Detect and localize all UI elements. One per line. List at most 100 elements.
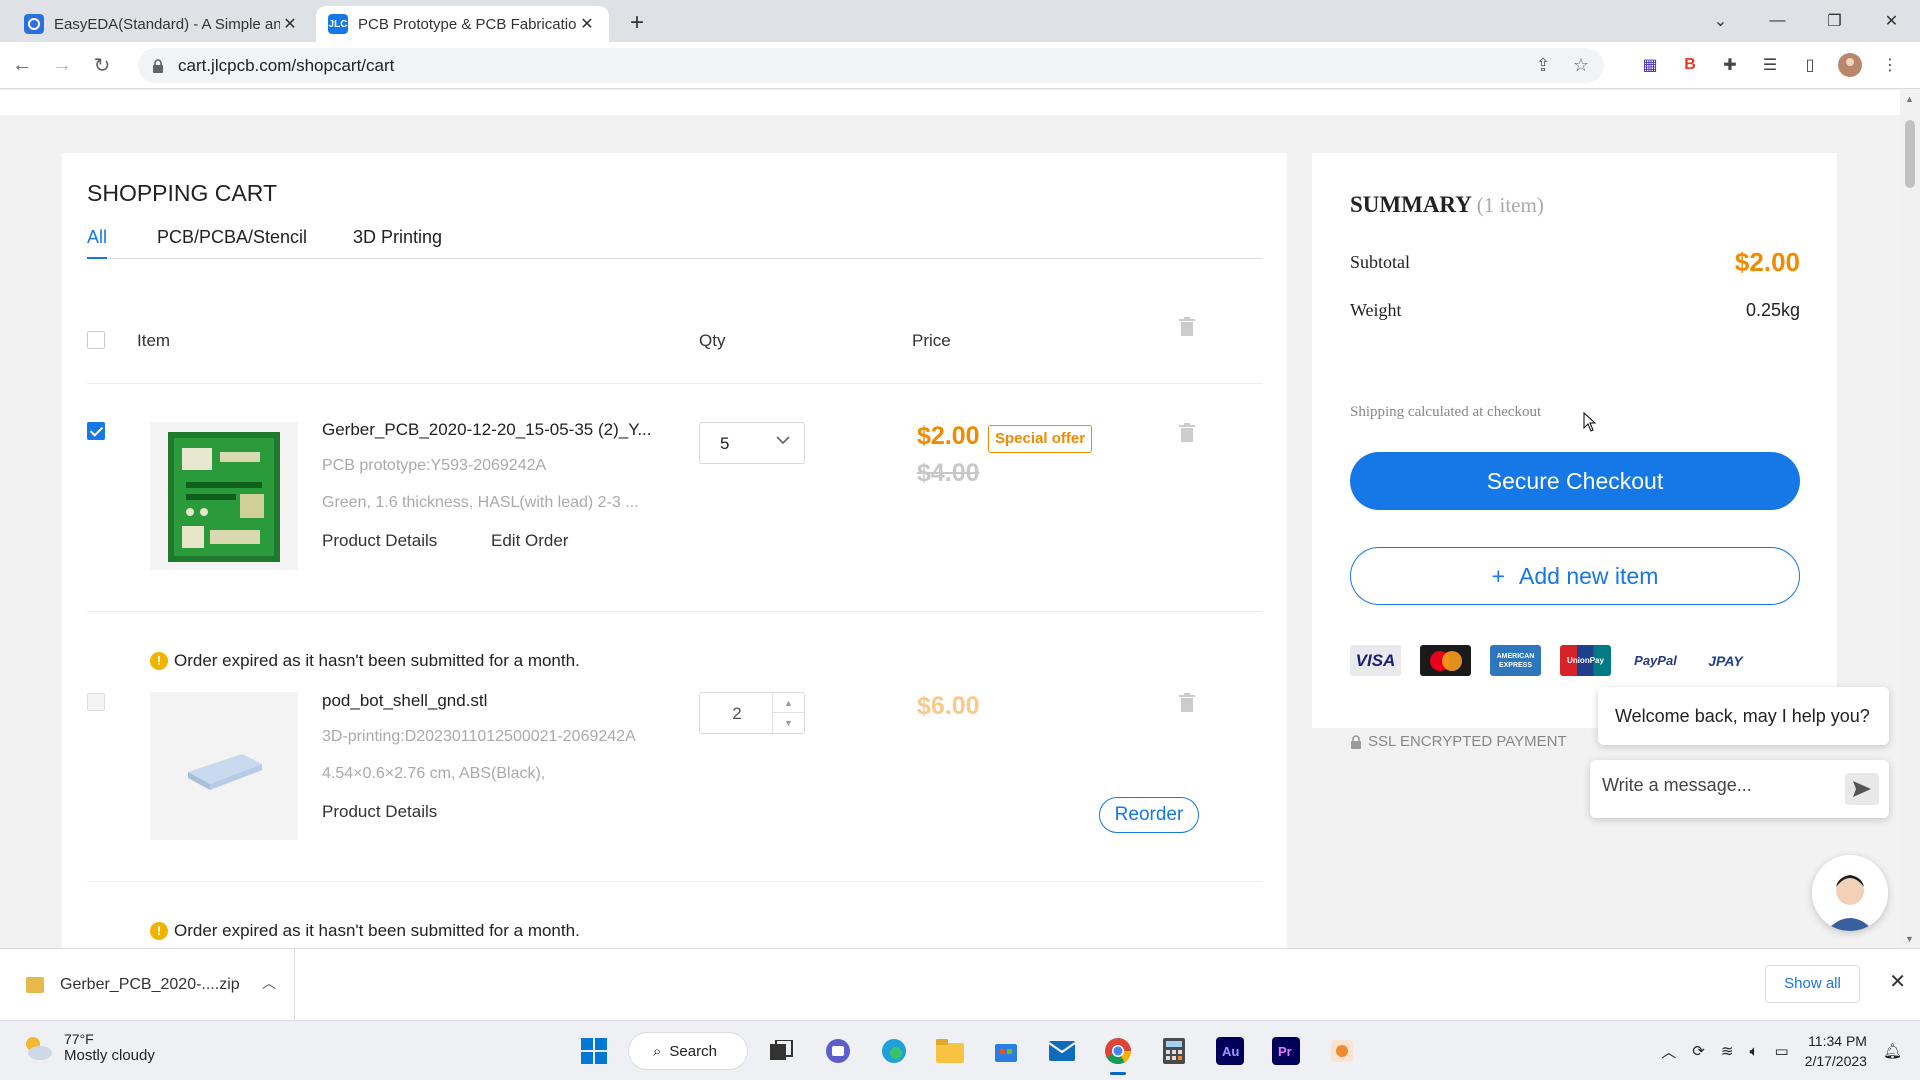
clock[interactable]: 11:34 PM 2/17/2023 [1805,1031,1867,1071]
page-title: SHOPPING CART [87,180,277,206]
quantity-select[interactable]: 5 [699,422,805,464]
download-filename: Gerber_PCB_2020-....zip [60,976,240,993]
item-name[interactable]: Gerber_PCB_2020-12-20_15-05-35 (2)_Y... [322,420,652,440]
summary-item-count: (1 item) [1476,193,1544,217]
item-name[interactable]: pod_bot_shell_gnd.stl [322,691,487,711]
product-details-link[interactable]: Product Details [322,802,437,822]
extension-b-icon[interactable]: B [1675,50,1705,80]
edit-order-link[interactable]: Edit Order [491,531,568,551]
scroll-down-icon[interactable]: ▼ [1905,934,1914,944]
premiere-pro-icon[interactable]: Pr [1264,1029,1308,1073]
reorder-button[interactable]: Reorder [1099,797,1199,833]
scroll-up-icon[interactable]: ▲ [1905,94,1914,104]
file-explorer-icon[interactable] [928,1029,972,1073]
reading-list-icon[interactable]: ☰ [1755,50,1785,80]
item-checkbox[interactable] [87,422,105,440]
window-close-icon[interactable]: ✕ [1863,0,1920,42]
expired-notice: ! Order expired as it hasn't been submit… [150,651,580,671]
maximize-icon[interactable]: ❐ [1806,0,1863,42]
chat-welcome-bubble[interactable]: Welcome back, may I help you? [1598,687,1889,745]
order-summary-panel: SUMMARY (1 item) Subtotal $2.00 Weight 0… [1312,153,1837,750]
subtotal-label: Subtotal [1350,252,1411,272]
quantity-stepper[interactable]: 2 ▲ ▼ [699,692,805,734]
delete-item-trash-icon[interactable] [1178,423,1196,443]
item-column-header: Item [137,331,171,350]
volume-icon[interactable]: 🔈︎ [1749,1043,1758,1060]
chevron-down-icon[interactable]: ▼ [773,713,804,733]
wifi-icon[interactable]: ≋ [1721,1042,1734,1060]
delete-item-trash-icon[interactable] [1178,693,1196,713]
weather-widget[interactable]: 77°F Mostly cloudy [20,1031,155,1064]
chevron-up-icon[interactable]: ︿ [262,973,276,993]
chevron-up-icon[interactable]: ︿ [1661,1041,1676,1062]
tab-all[interactable]: All [87,227,108,259]
item-checkbox[interactable] [87,693,105,711]
tab-pcb-pcba-stencil[interactable]: PCB/PCBA/Stencil [157,227,307,257]
select-all-checkbox[interactable] [87,331,105,349]
microsoft-store-icon[interactable] [984,1029,1028,1073]
chat-message-input[interactable] [1602,775,1822,796]
tab-title: EasyEDA(Standard) - A Simple and [54,15,280,33]
teams-chat-icon[interactable] [816,1029,860,1073]
audition-icon[interactable]: Au [1208,1029,1252,1073]
chrome-icon[interactable] [1096,1029,1140,1075]
close-icon[interactable]: ✕ [577,14,597,34]
bookmark-star-icon[interactable]: ☆ [1570,55,1592,77]
summary-heading: SUMMARY [1350,192,1471,217]
tab-search-chevron-icon[interactable]: ⌄ [1692,0,1749,42]
back-icon[interactable]: ← [4,47,40,83]
notification-bell-icon[interactable]: 🔔︎ [1883,1042,1902,1060]
secure-checkout-button[interactable]: Secure Checkout [1350,452,1800,510]
delete-all-trash-icon[interactable] [1178,317,1196,337]
new-tab-icon[interactable]: + [622,8,652,38]
ssl-notice: SSL ENCRYPTED PAYMENT [1350,733,1567,750]
mail-icon[interactable] [1040,1029,1084,1073]
tab-easyeda[interactable]: EasyEDA(Standard) - A Simple and ✕ [12,6,312,42]
3d-part-thumbnail[interactable] [150,692,298,840]
shopping-cart-panel: SHOPPING CART All PCB/PCBA/Stencil 3D Pr… [62,153,1287,948]
support-agent-avatar[interactable] [1812,855,1888,931]
tab-jlcpcb[interactable]: JLC PCB Prototype & PCB Fabrication ✕ [316,6,609,42]
weight-label: Weight [1350,300,1402,320]
mouse-cursor-icon [1583,412,1597,432]
task-view-icon[interactable] [760,1029,804,1073]
show-all-button[interactable]: Show all [1765,965,1860,1003]
extensions-puzzle-icon[interactable]: ✚ [1715,50,1745,80]
add-new-item-label: Add new item [1519,563,1659,589]
close-icon[interactable]: ✕ [280,14,300,34]
stepper-arrows: ▲ ▼ [772,693,804,733]
extension-grid-icon[interactable]: ▦ [1635,50,1665,80]
battery-icon[interactable]: ▭ [1774,1042,1788,1060]
pcb-thumbnail[interactable] [150,422,298,570]
warning-icon: ! [150,922,168,940]
add-new-item-button[interactable]: + Add new item [1350,547,1800,605]
tab-3d-printing[interactable]: 3D Printing [353,227,442,257]
close-icon[interactable]: ✕ [1889,969,1906,994]
payment-methods: VISA AMERICAN EXPRESS UnionPay PayPal JP… [1350,645,1751,676]
minimize-icon[interactable]: — [1749,0,1806,42]
page-scrollbar[interactable]: ▲ ▼ [1900,90,1920,948]
weight-row: Weight 0.25kg [1350,300,1800,321]
calculator-icon[interactable] [1152,1029,1196,1073]
download-item[interactable]: Gerber_PCB_2020-....zip ︿ [0,949,295,1021]
item-specs: 4.54×0.6×2.76 cm, ABS(Black), [322,765,546,782]
divider [87,881,1262,882]
taskbar-search[interactable]: ⌕ Search [628,1032,748,1070]
send-icon[interactable] [1845,773,1879,805]
side-panel-icon[interactable]: ▯ [1795,50,1825,80]
windows-start-icon[interactable] [572,1029,616,1073]
paint-app-icon[interactable] [1320,1029,1364,1073]
forward-icon[interactable]: → [44,47,80,83]
chat-input-box [1590,760,1889,818]
profile-avatar[interactable] [1835,50,1865,80]
chevron-up-icon[interactable]: ▲ [773,693,804,713]
sync-icon[interactable]: ⟳ [1692,1042,1705,1060]
share-icon[interactable]: ⇪ [1532,55,1554,77]
divider [87,611,1262,612]
browser-menu-icon[interactable]: ⋮ [1875,50,1905,80]
reload-icon[interactable]: ↻ [84,47,120,83]
edge-browser-icon[interactable] [872,1029,916,1073]
address-bar[interactable]: cart.jlcpcb.com/shopcart/cart ⇪ ☆ [138,48,1604,83]
scrollbar-thumb[interactable] [1905,120,1915,188]
product-details-link[interactable]: Product Details [322,531,437,551]
